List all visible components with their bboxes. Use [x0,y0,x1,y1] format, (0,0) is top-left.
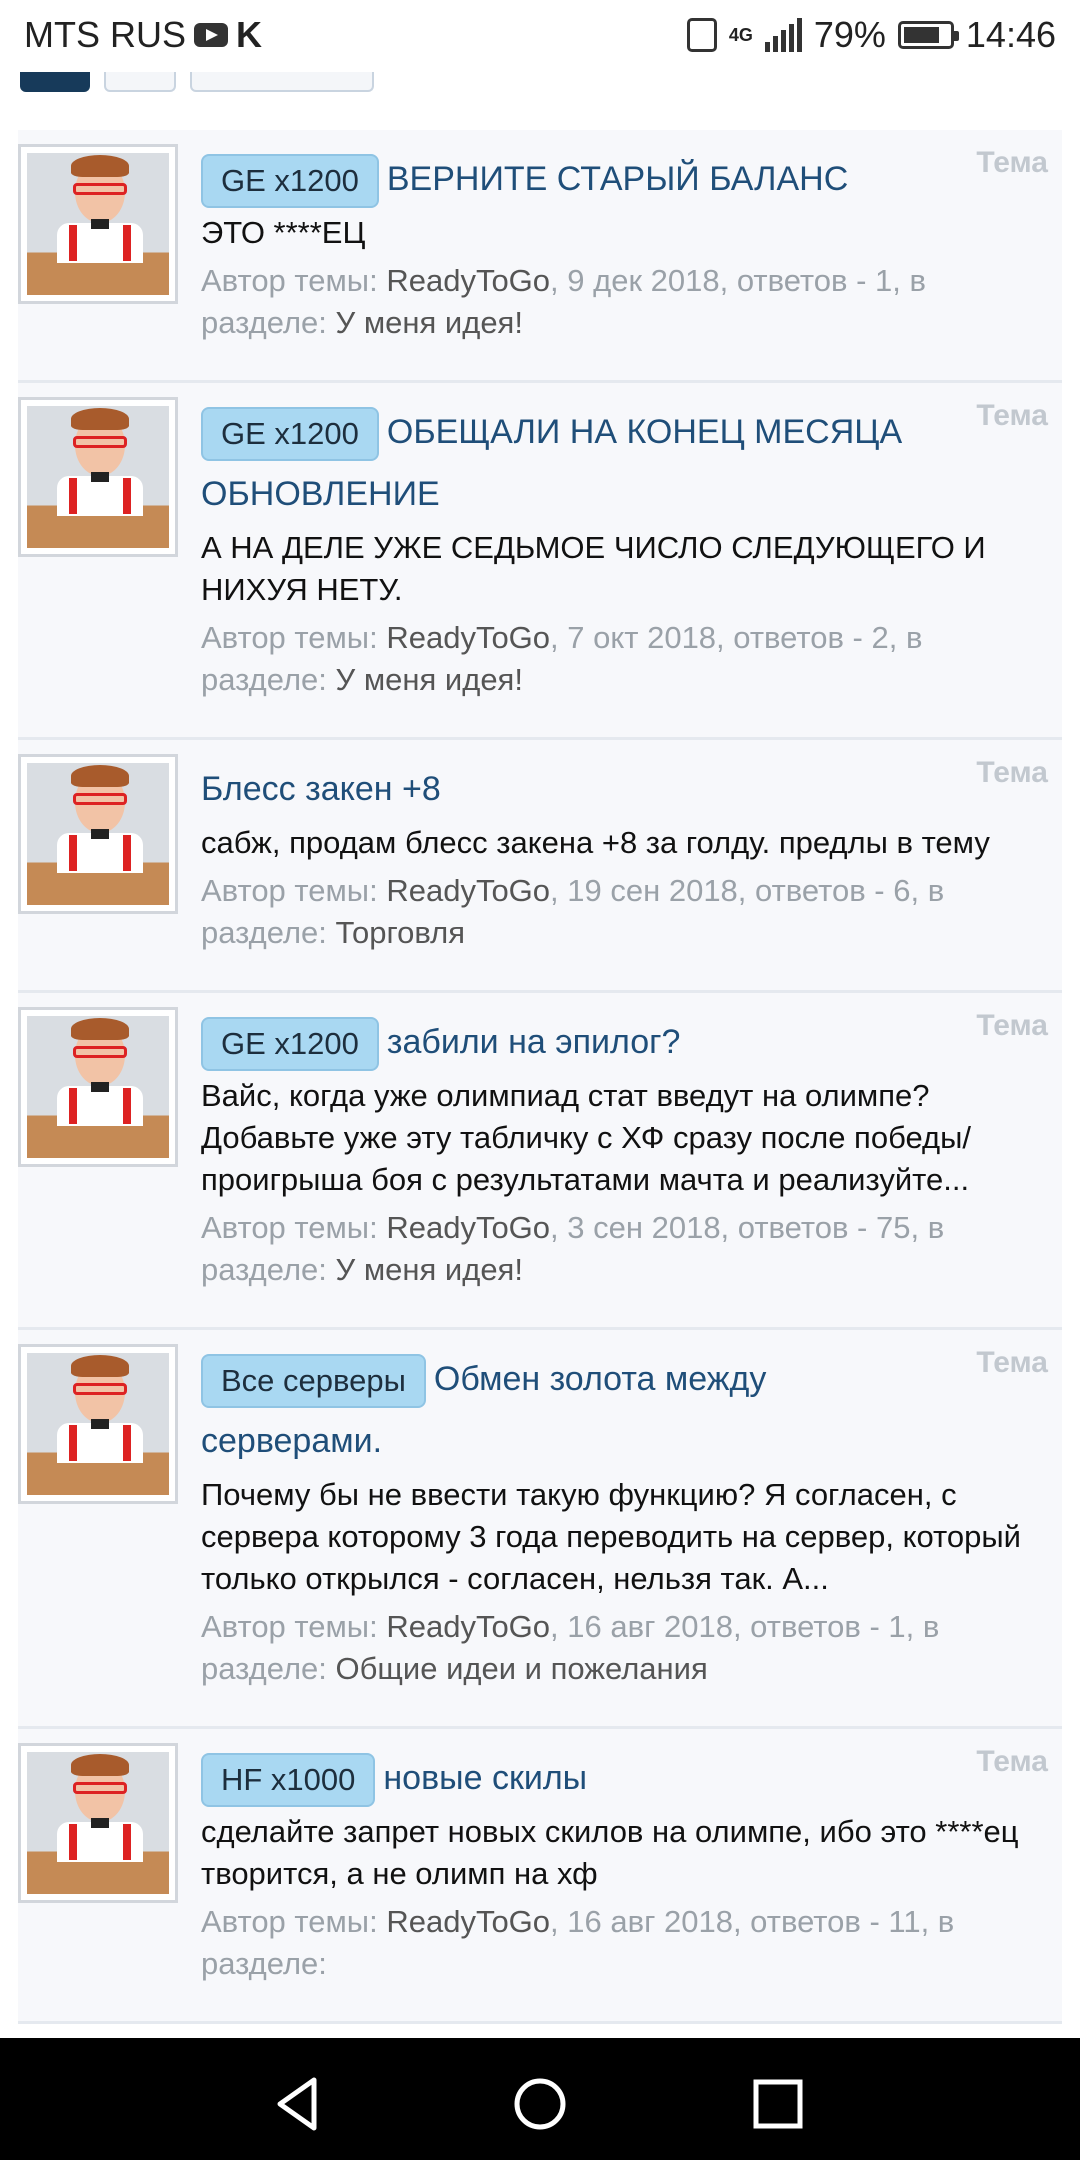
meta-info: , 16 авг 2018, ответов - 11, в [550,1904,955,1939]
topic-excerpt: ЭТО ****ЕЦ [201,215,366,250]
topic-title-row: GE x1200 ВЕРНИТЕ СТАРЫЙ БАЛАНС [201,148,932,210]
meta-section-label: разделе: [201,915,336,950]
topic-type-label: Тема [976,399,1048,432]
topic-title-link[interactable]: новые скилы [383,1759,587,1797]
server-badge[interactable]: GE x1200 [201,407,379,462]
avatar-image [27,763,169,905]
server-badge[interactable]: Все серверы [201,1354,426,1409]
topic-section-link[interactable]: У меня идея! [336,305,523,340]
topic-title-row: GE x1200 ОБЕЩАЛИ НА КОНЕЦ МЕСЯЦА ОБНОВЛЕН… [201,401,932,525]
meta-section-label: разделе: [201,305,336,340]
author-avatar[interactable] [18,1743,178,1903]
navigation-bar [0,2038,1080,2160]
signal-icon [764,18,802,52]
topic-list: Тема GE x1200 ВЕРНИТЕ СТАРЫЙ БАЛАНС ЭТО *… [18,130,1062,2038]
topic-section-link[interactable]: У меня идея! [336,1252,523,1287]
avatar-image [27,406,169,548]
topic-item[interactable]: Тема Все серверы Обмен золота между серве… [18,1330,1062,1729]
meta-author-label: Автор темы: [201,1904,387,1939]
topic-type-label: Тема [976,146,1048,179]
meta-section-label: разделе: [201,662,336,697]
meta-info: , 19 сен 2018, ответов - 6, в [550,873,945,908]
battery-percent: 79% [813,14,886,55]
server-badge[interactable]: HF x1000 [201,1753,376,1808]
meta-author-label: Автор темы: [201,620,387,655]
author-avatar[interactable] [18,144,178,304]
topic-item[interactable]: Тема GE x1200 забили на эпилог? Вайс, ког… [18,993,1062,1330]
topic-title-link[interactable]: Блесс закен +8 [201,770,441,808]
topic-author-link[interactable]: ReadyToGo [386,1210,550,1245]
topic-meta: Автор темы: ReadyToGo, 9 дек 2018, ответ… [201,260,1042,344]
author-avatar[interactable] [18,1344,178,1504]
meta-author-label: Автор темы: [201,1210,387,1245]
avatar-image [27,1752,169,1894]
pagination [20,72,374,94]
topic-title-row: GE x1200 забили на эпилог? [201,1011,932,1073]
k-app-icon: K [236,14,262,55]
topic-meta: Автор темы: ReadyToGo, 7 окт 2018, ответ… [201,617,1042,701]
author-avatar[interactable] [18,397,178,557]
topic-type-label: Тема [976,756,1048,789]
meta-info: , 3 сен 2018, ответов - 75, в [550,1210,945,1245]
topic-type-label: Тема [976,1346,1048,1379]
server-badge[interactable]: GE x1200 [201,1017,379,1072]
meta-info: , 9 дек 2018, ответов - 1, в [550,263,926,298]
topic-excerpt: Почему бы не ввести такую функцию? Я сог… [201,1477,1021,1596]
youtube-icon [194,23,228,47]
topic-item[interactable]: Тема HF x1000 новые скилы сделайте запрет… [18,1729,1062,2024]
topic-meta: Автор темы: ReadyToGo, 16 авг 2018, отве… [201,1901,1042,1985]
vibrate-icon [686,18,717,52]
avatar-image [27,1353,169,1495]
topic-title-row: HF x1000 новые скилы [201,1747,932,1809]
topic-section-link[interactable]: Общие идеи и пожелания [336,1651,708,1686]
back-icon[interactable] [270,2074,330,2134]
status-bar: MTS RUS K 4G 79% 14:46 [0,0,1080,72]
home-icon[interactable] [510,2074,570,2134]
meta-section-label: разделе: [201,1946,327,1981]
topic-author-link[interactable]: ReadyToGo [386,1904,550,1939]
topic-excerpt: сабж, продам блесс закена +8 за голду. п… [201,825,990,860]
clock: 14:46 [965,14,1056,55]
topic-meta: Автор темы: ReadyToGo, 19 сен 2018, отве… [201,870,1042,954]
meta-section-label: разделе: [201,1651,336,1686]
carrier-label: MTS RUS [24,14,186,55]
topic-author-link[interactable]: ReadyToGo [386,873,550,908]
topic-author-link[interactable]: ReadyToGo [386,620,550,655]
topic-title-row: Блесс закен +8 [201,758,932,820]
topic-section-link[interactable]: У меня идея! [336,662,523,697]
topic-item[interactable]: Тема GE x1200 ВЕРНИТЕ СТАРЫЙ БАЛАНС ЭТО *… [18,130,1062,383]
meta-section-label: разделе: [201,1252,336,1287]
page-button[interactable] [104,72,176,92]
topic-meta: Автор темы: ReadyToGo, 3 сен 2018, ответ… [201,1207,1042,1291]
page-button-current[interactable] [20,72,90,92]
meta-author-label: Автор темы: [201,263,387,298]
server-badge[interactable]: GE x1200 [201,154,379,209]
topic-title-row: Все серверы Обмен золота между серверами. [201,1348,932,1472]
topic-meta: Автор темы: ReadyToGo, 16 авг 2018, отве… [201,1606,1042,1690]
topic-item[interactable]: Тема Блесс закен +8 сабж, продам блесс з… [18,740,1062,993]
topic-author-link[interactable]: ReadyToGo [386,1609,550,1644]
battery-icon [897,21,959,49]
topic-excerpt: сделайте запрет новых скилов на олимпе, … [201,1814,1019,1891]
author-avatar[interactable] [18,754,178,914]
topic-title-link[interactable]: ВЕРНИТЕ СТАРЫЙ БАЛАНС [387,160,848,198]
meta-info: , 16 авг 2018, ответов - 1, в [550,1609,940,1644]
topic-author-link[interactable]: ReadyToGo [386,263,550,298]
page-button[interactable] [190,72,374,92]
network-label: 4G [728,24,753,45]
topic-section-link[interactable]: Торговля [336,915,466,950]
avatar-image [27,153,169,295]
topic-item[interactable]: Тема GE x1200 ОБЕЩАЛИ НА КОНЕЦ МЕСЯЦА ОБН… [18,383,1062,740]
topic-title-link[interactable]: забили на эпилог? [387,1023,681,1061]
avatar-image [27,1016,169,1158]
topic-type-label: Тема [976,1009,1048,1042]
meta-info: , 7 окт 2018, ответов - 2, в [550,620,923,655]
author-avatar[interactable] [18,1007,178,1167]
recents-icon[interactable] [748,2074,808,2134]
topic-excerpt: А НА ДЕЛЕ УЖЕ СЕДЬМОЕ ЧИСЛО СЛЕДУЮЩЕГО И… [201,530,986,607]
topic-excerpt: Вайс, когда уже олимпиад стат введут на … [201,1078,972,1197]
topic-type-label: Тема [976,1745,1048,1778]
meta-author-label: Автор темы: [201,1609,387,1644]
meta-author-label: Автор темы: [201,873,387,908]
